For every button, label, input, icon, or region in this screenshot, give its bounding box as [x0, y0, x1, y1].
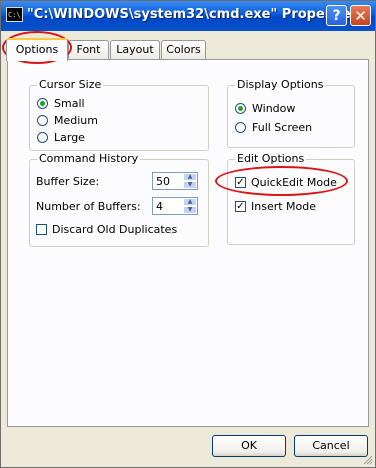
discard-duplicates-box — [36, 224, 47, 235]
cursor-size-group: Cursor Size Small Medium Large — [29, 78, 209, 151]
radio-medium-indicator — [37, 115, 48, 126]
help-button[interactable]: ? — [326, 5, 347, 26]
properties-dialog: C:\ "C:\WINDOWS\system32\cmd.exe" Proper… — [0, 0, 376, 468]
resize-grip-icon[interactable] — [363, 455, 373, 465]
tab-options[interactable]: Options — [6, 38, 68, 61]
radio-full-screen-label: Full Screen — [252, 121, 313, 134]
edit-options-title: Edit Options — [235, 152, 307, 166]
insert-mode-checkbox[interactable]: ✓ Insert Mode — [235, 200, 316, 213]
buffer-size-arrows[interactable]: ▲ ▼ — [183, 173, 197, 189]
check-icon: ✓ — [235, 200, 246, 212]
radio-small-indicator — [37, 98, 48, 109]
radio-large[interactable]: Large — [37, 131, 85, 144]
options-panel: Cursor Size Small Medium Large Display O… — [7, 59, 369, 427]
radio-full-screen-indicator — [235, 122, 246, 133]
tab-colors[interactable]: Colors — [161, 40, 206, 59]
discard-duplicates-label: Discard Old Duplicates — [52, 223, 178, 236]
cancel-button[interactable]: Cancel — [294, 435, 368, 457]
title-bar[interactable]: C:\ "C:\WINDOWS\system32\cmd.exe" Proper… — [1, 1, 375, 31]
buffer-size-spinner[interactable]: 50 ▲ ▼ — [152, 172, 198, 190]
command-history-title: Command History — [37, 152, 141, 166]
command-history-group: Command History Buffer Size: 50 ▲ ▼ Numb… — [29, 152, 209, 247]
display-options-group: Display Options Window Full Screen — [227, 78, 355, 148]
insert-mode-label: Insert Mode — [251, 200, 317, 213]
edit-options-group: Edit Options ✓ QuickEdit Mode ✓ Insert M… — [227, 152, 355, 245]
radio-small[interactable]: Small — [37, 97, 85, 110]
spin-up-icon[interactable]: ▲ — [183, 198, 197, 206]
radio-window-indicator — [235, 103, 246, 114]
ok-button[interactable]: OK — [212, 435, 286, 457]
number-of-buffers-label: Number of Buffers: — [36, 200, 141, 213]
quickedit-label: QuickEdit Mode — [251, 176, 337, 189]
radio-medium[interactable]: Medium — [37, 114, 98, 127]
spin-down-icon[interactable]: ▼ — [183, 181, 197, 189]
quickedit-checkbox[interactable]: ✓ QuickEdit Mode — [235, 176, 337, 189]
number-of-buffers-value: 4 — [156, 200, 163, 213]
check-icon: ✓ — [235, 176, 246, 188]
close-button[interactable]: ✕ — [350, 5, 371, 26]
tab-layout[interactable]: Layout — [110, 40, 160, 59]
radio-large-indicator — [37, 132, 48, 143]
radio-full-screen[interactable]: Full Screen — [235, 121, 312, 134]
spin-up-icon[interactable]: ▲ — [183, 173, 197, 181]
tab-font[interactable]: Font — [68, 40, 109, 59]
window-title: "C:\WINDOWS\system32\cmd.exe" Properties — [27, 7, 359, 22]
cursor-size-title: Cursor Size — [37, 78, 104, 92]
radio-medium-label: Medium — [54, 114, 98, 127]
radio-window[interactable]: Window — [235, 102, 295, 115]
radio-small-label: Small — [54, 97, 85, 110]
buffer-size-label: Buffer Size: — [36, 175, 100, 188]
radio-window-label: Window — [252, 102, 296, 115]
spin-down-icon[interactable]: ▼ — [183, 206, 197, 214]
buffer-size-value: 50 — [156, 175, 170, 188]
discard-duplicates-checkbox[interactable]: Discard Old Duplicates — [36, 223, 177, 236]
display-options-title: Display Options — [235, 78, 326, 92]
radio-large-label: Large — [54, 131, 85, 144]
number-of-buffers-spinner[interactable]: 4 ▲ ▼ — [152, 197, 198, 215]
console-icon: C:\ — [6, 7, 23, 22]
number-of-buffers-arrows[interactable]: ▲ ▼ — [183, 198, 197, 214]
